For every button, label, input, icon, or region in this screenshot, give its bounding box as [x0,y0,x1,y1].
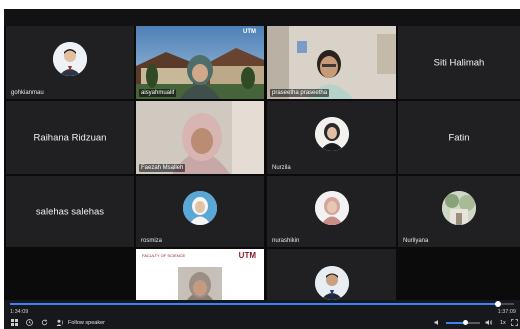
participant-name: gohkianmau [11,90,44,96]
participant-name: Raihana Ridzuan [33,132,107,143]
slide-header: FACULTY OF SCIENCE [142,253,186,258]
playback-speed[interactable]: 1x [500,319,506,327]
participant-name: Faezah Msalleh [139,164,186,172]
follow-speaker-icon[interactable] [56,319,64,329]
fullscreen-icon[interactable] [511,319,518,329]
participant-tile-siti-halimah: Siti Halimah [398,26,520,99]
recording-player: gohkianmau UTM aisyahmualif praseetha pr… [4,9,520,329]
refresh-icon[interactable] [41,319,48,329]
volume-low-icon[interactable] [434,319,441,329]
avatar [53,41,87,76]
participant-name: Nurliyana [403,238,429,244]
avatar [442,190,476,225]
participant-tile-nurliyana: Nurliyana [398,176,520,247]
participant-tile-speaker [267,249,396,307]
volume-slider[interactable] [446,320,480,325]
follow-speaker-button[interactable]: Follow speaker [68,319,105,327]
progress-bar[interactable] [10,301,514,307]
top-bar [4,9,520,26]
participant-tile-faezah: Faezah Msalleh [136,101,264,174]
participant-tile-fatin: Fatin [398,101,520,174]
clock-icon[interactable] [26,319,33,329]
participant-tile-praseetha: praseetha praseetha [267,26,396,99]
utm-logo: UTM [238,251,256,260]
participant-tile-nurzila: Nurzila [267,101,396,174]
volume-high-icon[interactable] [485,319,493,329]
avatar [314,190,349,225]
participant-name: praseetha praseetha [270,89,330,97]
volume-fill [446,322,465,324]
participant-tile-rosmiza: rosmiza [136,176,264,247]
avatar [314,266,349,300]
avatar [183,190,217,225]
participant-tile-aisyahmualif: UTM aisyahmualif [136,26,264,99]
participant-tile-gohkianmau: gohkianmau [6,26,134,99]
participant-name: Siti Halimah [433,57,485,68]
participant-name: salehas salehas [35,206,105,217]
participant-tile-salehas: salehas salehas [6,176,134,247]
progress-thumb[interactable] [495,301,502,307]
participant-tile-raihana: Raihana Ridzuan [6,101,134,174]
participant-name: nurashikin [272,238,300,244]
current-time: 1:34:09 [10,309,29,315]
grid-icon[interactable] [11,319,18,329]
empty-tile [6,249,134,307]
university-watermark: UTM [243,29,256,35]
participant-name: rosmiza [141,238,163,244]
participant-name: Nurzila [272,165,291,171]
volume-thumb[interactable] [462,320,468,325]
empty-tile [398,249,520,307]
shared-screen-tile: FACULTY OF SCIENCE UTM [136,249,264,307]
participant-name: aisyahmualif [139,89,177,97]
participant-tile-nurashikin: nurashikin [267,176,396,247]
avatar [314,116,349,151]
player-controls: 1:34:09 1:37:09 Follow speaker 1x [4,300,520,329]
participant-name: Fatin [448,132,470,143]
total-time: 1:37:09 [497,309,516,315]
progress-fill [10,303,499,305]
